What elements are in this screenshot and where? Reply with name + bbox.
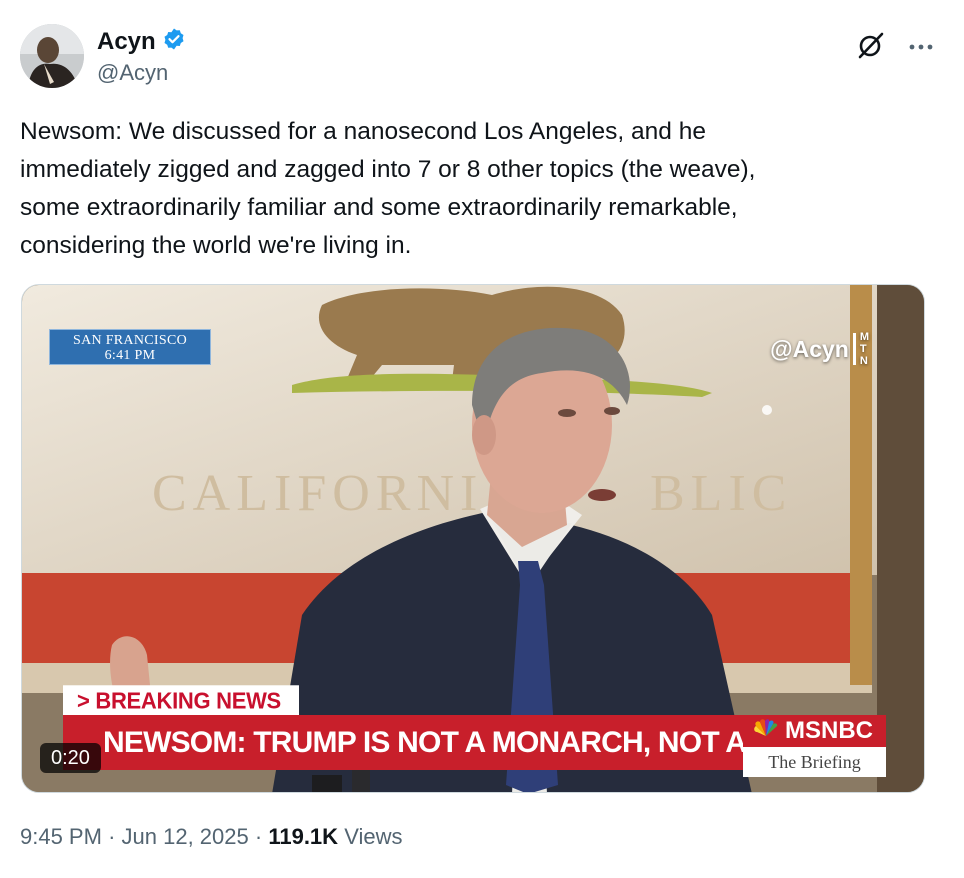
tweet-text: Newsom: We discussed for a nanosecond Lo… [20,118,756,259]
breaking-news-label: > BREAKING NEWS [63,685,299,716]
tweet-date[interactable]: Jun 12, 2025 [122,824,249,849]
tweet-time[interactable]: 9:45 PM [20,824,102,849]
location-time-box: SAN FRANCISCO 6:41 PM [49,329,211,365]
watermark-handle: @Acyn [770,335,849,362]
author-name-row[interactable]: Acyn [97,27,186,56]
watermark: @Acyn M T N [770,331,869,367]
avatar[interactable] [20,24,84,88]
author-handle[interactable]: @Acyn [97,60,168,86]
mtn-logo: M T N [859,331,869,367]
location-time: 6:41 PM [104,348,156,363]
video-player[interactable]: CALIFORNIA BLIC SAN FRANCISCO 6:41 PM @A [21,284,925,793]
tweet-footer: 9:45 PM · Jun 12, 2025 · 119.1K Views [20,824,402,850]
video-timer: 0:20 [40,743,101,773]
tweet-header-actions [856,30,934,65]
more-icon[interactable] [908,39,934,57]
watermark-divider [852,333,856,365]
network-logo: MSNBC [743,715,886,747]
footer-separator: · [254,824,263,849]
views-label: Views [344,824,403,849]
peacock-icon [751,715,781,747]
verified-badge-icon [162,27,186,56]
flag-text-right: BLIC [650,465,792,522]
headline-chyron: NEWSOM: TRUMP IS NOT A MONARCH, NOT A KI… [63,715,743,770]
show-name: The Briefing [743,747,886,777]
footer-separator: · [108,824,116,849]
network-name: MSNBC [785,717,873,744]
location-label: SAN FRANCISCO [73,333,187,348]
author-display-name[interactable]: Acyn [97,28,156,56]
grok-icon[interactable] [856,30,886,65]
views-count[interactable]: 119.1K [268,824,338,849]
flag-text-left: CALIFORNIA [152,465,527,522]
